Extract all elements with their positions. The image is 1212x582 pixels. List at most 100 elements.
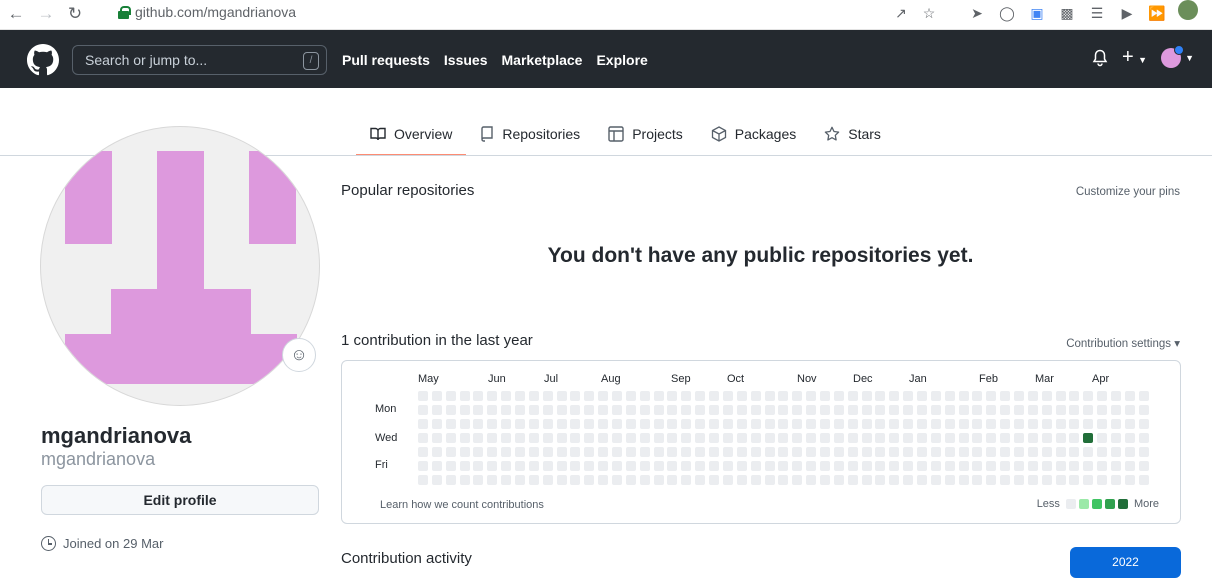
contribution-day-cell[interactable] [612,391,623,401]
contribution-day-cell[interactable] [889,391,900,401]
contribution-day-cell[interactable] [903,447,914,457]
contribution-day-cell[interactable] [487,461,498,471]
contribution-day-cell[interactable] [889,405,900,415]
contribution-day-cell[interactable] [903,461,914,471]
contribution-day-cell[interactable] [792,391,803,401]
contribution-day-cell[interactable] [875,391,886,401]
contribution-day-cell[interactable] [792,419,803,429]
contribution-day-cell[interactable] [1111,419,1121,429]
translate-extension-icon[interactable]: ▣ [1026,2,1048,24]
contribution-day-cell[interactable] [736,475,747,485]
contribution-day-cell[interactable] [806,405,817,415]
contribution-day-cell[interactable] [958,475,969,485]
contribution-day-cell[interactable] [431,405,442,415]
contribution-day-cell[interactable] [819,419,830,429]
contribution-day-cell[interactable] [778,391,789,401]
contribution-day-cell[interactable] [598,405,609,415]
contribution-day-cell[interactable] [487,405,498,415]
contribution-day-cell[interactable] [445,461,456,471]
play-icon[interactable]: ▶ [1116,2,1138,24]
contribution-day-cell[interactable] [930,405,941,415]
contribution-day-cell[interactable] [1083,419,1094,429]
contribution-day-cell[interactable] [431,475,442,485]
contribution-day-cell[interactable] [515,391,526,401]
contribution-day-cell[interactable] [501,419,512,429]
contribution-day-cell[interactable] [1138,475,1149,485]
contribution-day-cell[interactable] [584,461,595,471]
contribution-day-cell[interactable] [695,461,706,471]
contribution-day-cell[interactable] [889,475,900,485]
contribution-day-cell[interactable] [1069,391,1080,401]
contribution-day-cell[interactable] [709,433,720,443]
contribution-day-cell[interactable] [570,391,581,401]
contribution-day-cell[interactable] [847,391,858,401]
contribution-day-cell[interactable] [764,405,775,415]
contribution-day-cell[interactable] [598,461,609,471]
contribution-day-cell[interactable] [667,447,678,457]
contribution-day-cell[interactable] [639,433,650,443]
contribution-day-cell[interactable] [736,405,747,415]
contribution-day-cell[interactable] [764,433,775,443]
contribution-day-cell[interactable] [542,391,553,401]
contribution-day-cell[interactable] [806,391,817,401]
contribution-day-cell[interactable] [542,419,553,429]
contribution-day-cell[interactable] [584,405,595,415]
contribution-day-cell[interactable] [501,461,512,471]
contribution-day-cell[interactable] [418,433,428,443]
contribution-day-cell[interactable] [833,419,844,429]
contribution-day-cell[interactable] [792,475,803,485]
contribution-day-cell[interactable] [736,419,747,429]
contribution-day-cell[interactable] [944,447,955,457]
contribution-day-cell[interactable] [639,461,650,471]
contribution-day-cell[interactable] [612,447,623,457]
contribution-day-cell[interactable] [1083,405,1094,415]
contribution-day-cell[interactable] [584,475,595,485]
contribution-day-cell[interactable] [847,433,858,443]
contribution-day-cell[interactable] [861,461,872,471]
back-icon[interactable]: ← [5,3,27,25]
contribution-day-cell[interactable] [889,419,900,429]
contribution-day-cell[interactable] [930,419,941,429]
contribution-day-cell[interactable] [528,391,539,401]
contribution-day-cell[interactable] [722,461,733,471]
contribution-day-cell[interactable] [1055,475,1066,485]
contribution-day-cell[interactable] [556,475,567,485]
contribution-day-cell[interactable] [1069,475,1080,485]
contribution-day-cell[interactable] [459,475,470,485]
contribution-day-cell[interactable] [625,419,636,429]
contribution-day-cell[interactable] [1138,419,1149,429]
contribution-day-cell[interactable] [695,447,706,457]
contribution-day-cell[interactable] [778,461,789,471]
contribution-day-cell[interactable] [639,447,650,457]
contribution-day-cell[interactable] [431,461,442,471]
contribution-day-cell[interactable] [431,391,442,401]
contribution-day-cell[interactable] [847,419,858,429]
contribution-day-cell[interactable] [1013,391,1024,401]
contribution-day-cell[interactable] [515,419,526,429]
contribution-day-cell[interactable] [806,447,817,457]
contribution-day-cell[interactable] [625,391,636,401]
contribution-day-cell[interactable] [1000,391,1011,401]
contribution-day-cell[interactable] [1013,475,1024,485]
contribution-day-cell[interactable] [487,447,498,457]
contribution-day-cell[interactable] [515,447,526,457]
contribution-day-cell[interactable] [501,433,512,443]
contribution-day-cell[interactable] [930,391,941,401]
contribution-day-cell[interactable] [487,391,498,401]
contribution-day-cell[interactable] [1083,461,1094,471]
contribution-day-cell[interactable] [709,475,720,485]
contribution-day-cell[interactable] [1055,419,1066,429]
contribution-day-cell[interactable] [1097,419,1108,429]
contribution-day-cell[interactable] [681,461,692,471]
contribution-day-cell[interactable] [819,433,830,443]
contribution-day-cell[interactable] [515,433,526,443]
contribution-day-cell[interactable] [653,405,664,415]
contribution-day-cell[interactable] [570,461,581,471]
contribution-day-cell[interactable] [528,447,539,457]
contribution-day-cell[interactable] [1069,447,1080,457]
contribution-day-cell[interactable] [612,405,623,415]
customize-pins-link[interactable]: Customize your pins [1076,186,1180,198]
contribution-day-cell[interactable] [1041,461,1052,471]
contribution-day-cell[interactable] [445,433,456,443]
contribution-day-cell[interactable] [847,475,858,485]
